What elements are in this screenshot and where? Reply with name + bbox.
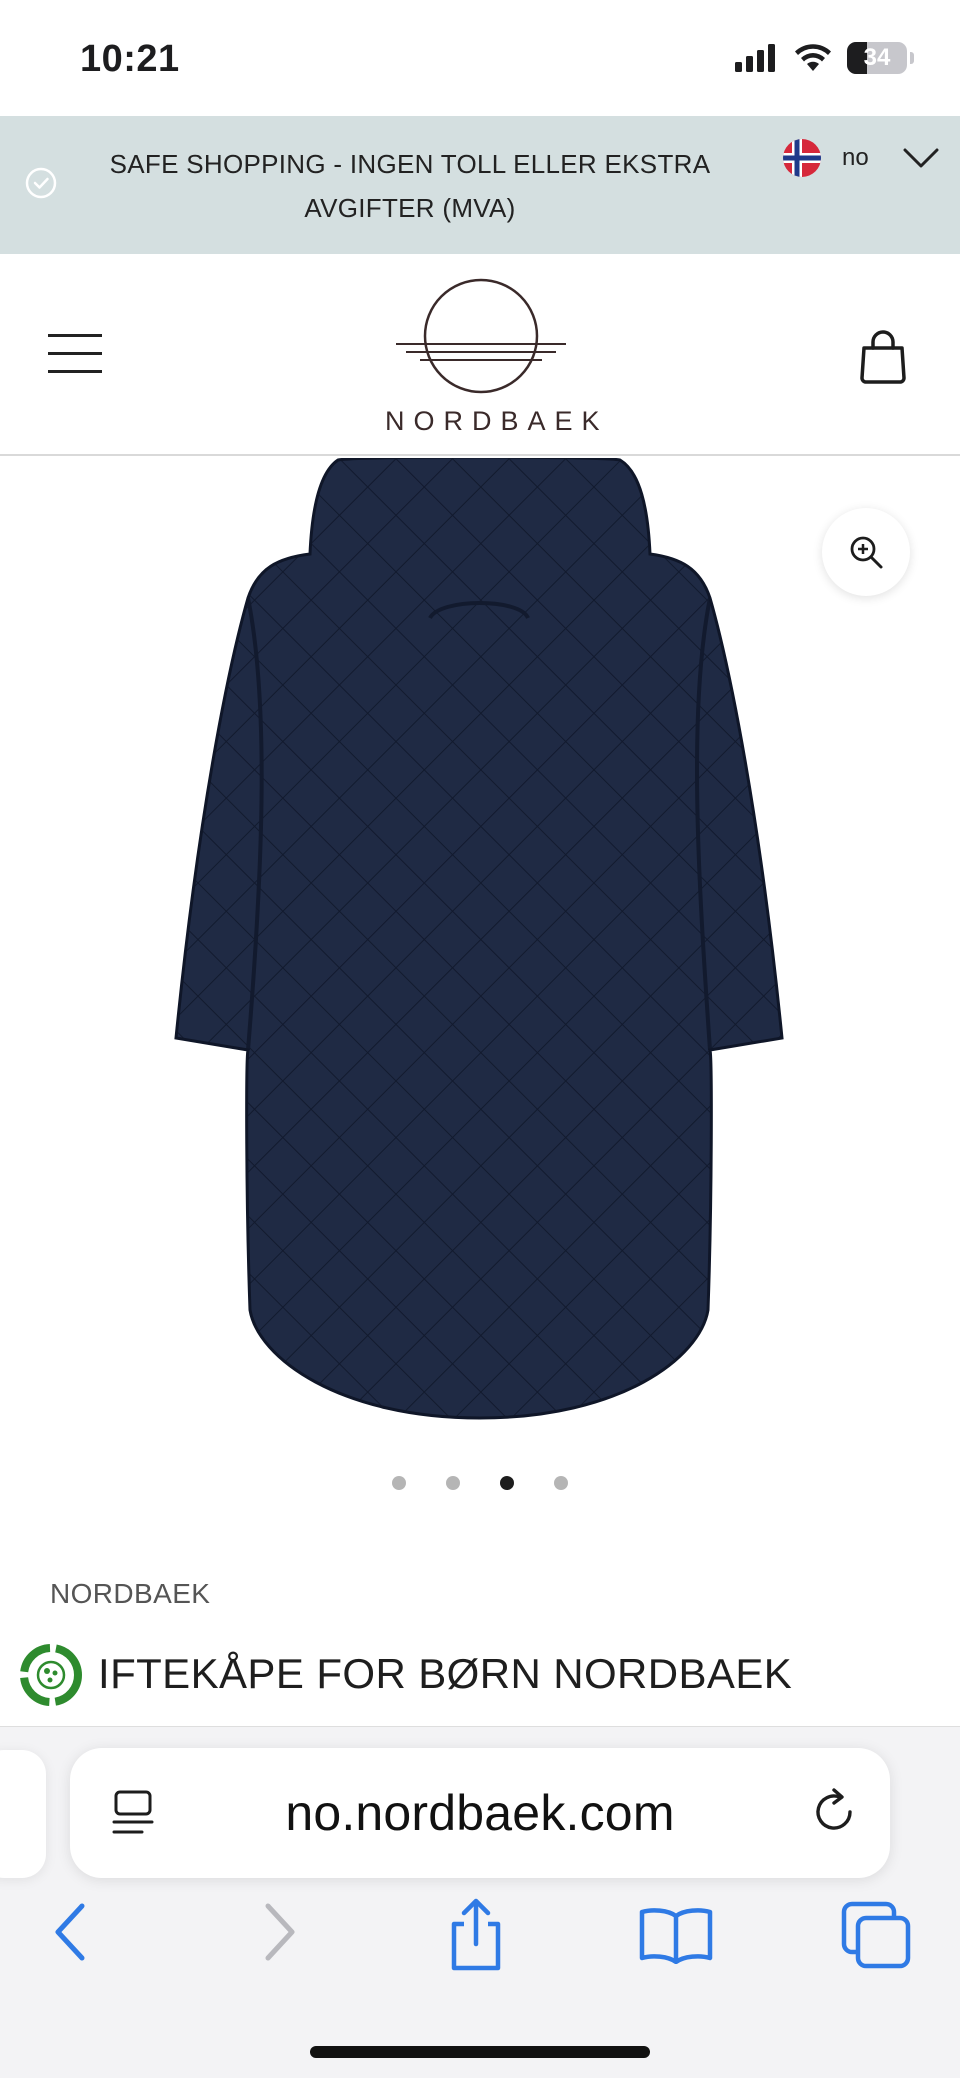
product-title: IFTEKÅPE FOR BØRN NORDBAEK <box>50 1650 920 1700</box>
recycle-badge-icon <box>20 1644 82 1706</box>
status-indicators: 34 <box>735 42 914 74</box>
share-icon[interactable] <box>446 1896 506 1972</box>
product-title-text: IFTEKÅPE FOR BØRN NORDBAEK <box>98 1650 793 1697</box>
language-code: no <box>842 144 869 171</box>
forward-icon[interactable] <box>260 1902 300 1962</box>
norway-flag-icon <box>783 139 821 177</box>
address-bar[interactable]: no.nordbaek.com <box>70 1748 890 1878</box>
gallery-dot[interactable] <box>554 1476 568 1490</box>
bookmarks-icon[interactable] <box>638 1906 714 1964</box>
brand-logo[interactable]: NORDBAEK <box>376 276 609 446</box>
banner-message: SAFE SHOPPING - INGEN TOLL ELLER EKSTRA … <box>109 149 711 223</box>
url-text[interactable]: no.nordbaek.com <box>70 1784 890 1842</box>
logo-sun-mark <box>396 278 566 394</box>
hamburger-menu-icon[interactable] <box>48 334 104 374</box>
product-brand[interactable]: NORDBAEK <box>50 1578 210 1610</box>
logo-wordmark: NORDBAEK <box>385 406 609 436</box>
battery-level: 34 <box>863 44 891 71</box>
wifi-icon <box>795 44 831 71</box>
status-time: 10:21 <box>80 38 180 80</box>
product-image[interactable] <box>0 458 960 1440</box>
coat-image <box>174 458 784 1420</box>
gallery-pagination <box>392 1476 568 1490</box>
check-circle-icon <box>25 167 57 199</box>
status-bar: 10:21 34 <box>0 0 960 116</box>
site-header: NORDBAEK <box>0 254 960 456</box>
gallery-dot[interactable] <box>500 1476 514 1490</box>
battery-icon: 34 <box>847 42 907 74</box>
tabs-icon[interactable] <box>840 1900 912 1970</box>
shopping-bag-icon[interactable] <box>858 328 908 384</box>
gallery-dot[interactable] <box>446 1476 460 1490</box>
back-icon[interactable] <box>50 1902 90 1962</box>
eco-badge[interactable] <box>16 1640 86 1710</box>
zoom-in-icon <box>850 536 883 569</box>
reload-icon[interactable] <box>808 1786 860 1838</box>
chevron-down-icon <box>903 148 939 168</box>
previous-tab-peek[interactable] <box>0 1750 46 1878</box>
signal-icon <box>735 44 775 72</box>
language-selector[interactable]: no <box>782 138 939 178</box>
gallery-dot[interactable] <box>392 1476 406 1490</box>
zoom-button[interactable] <box>822 508 910 596</box>
battery-cap <box>910 52 914 64</box>
home-indicator <box>310 2046 650 2058</box>
